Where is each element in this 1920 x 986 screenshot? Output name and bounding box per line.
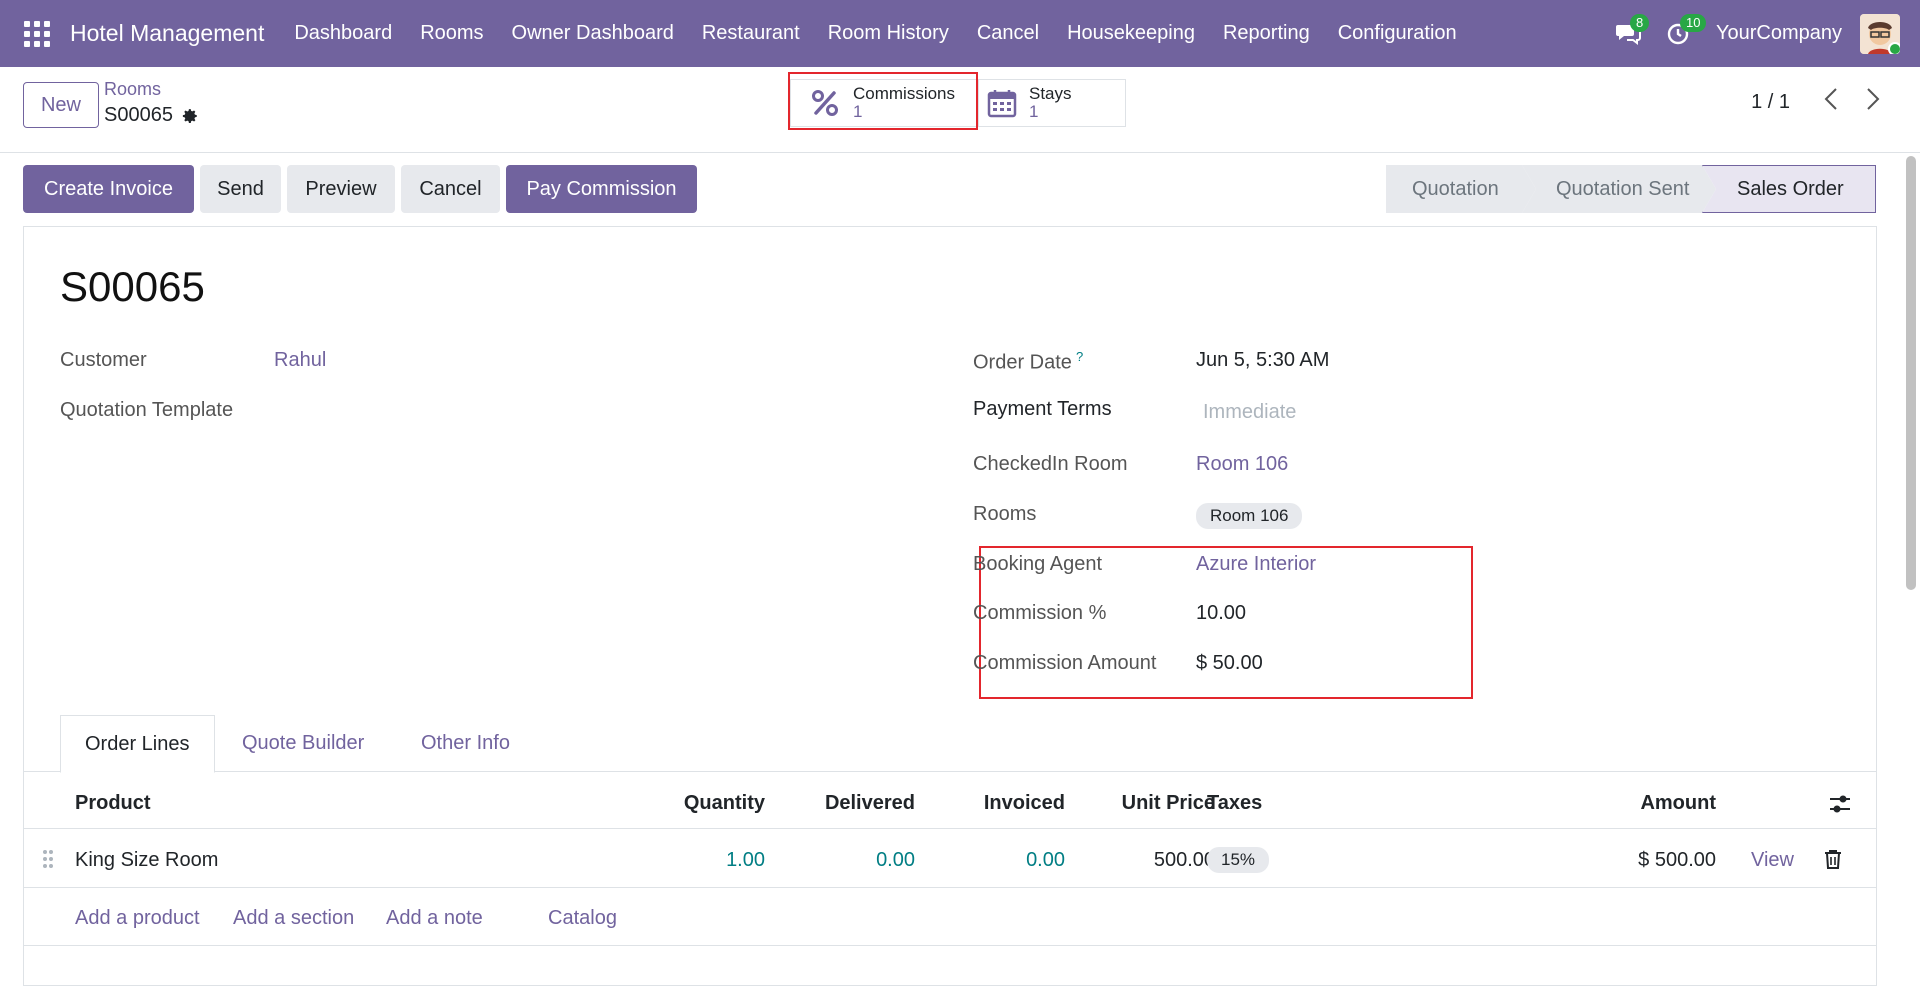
rooms-label: Rooms [973,503,1037,525]
room-tag[interactable]: Room 106 [1196,503,1303,529]
trash-icon[interactable] [1824,849,1842,869]
order-date-help-icon[interactable]: ? [1076,349,1083,364]
gear-icon[interactable] [181,107,199,125]
app-title[interactable]: Hotel Management [70,20,264,47]
order-title: S00065 [60,263,205,310]
tab-quote-builder[interactable]: Quote Builder [218,715,388,772]
payment-terms-label: Payment Terms [973,398,1112,420]
pager-value[interactable]: 1 / 1 [1751,91,1790,114]
stays-smart-button[interactable]: Stays 1 [978,79,1126,127]
menu-item-cancel[interactable]: Cancel [963,22,1053,45]
user-avatar[interactable] [1860,13,1900,54]
cell-delivered[interactable]: 0.00 [876,849,915,872]
stage-sales-order[interactable]: Sales Order [1702,165,1876,213]
chevron-left-icon[interactable] [1824,87,1838,111]
stays-count: 1 [1029,102,1039,121]
checkedin-room-label: CheckedIn Room [973,453,1128,475]
notebook-tabs: Order Lines Quote Builder Other Info [24,715,1876,773]
stage-quotation-sent[interactable]: Quotation Sent [1522,165,1716,213]
scrollbar[interactable] [1906,156,1916,590]
col-delivered[interactable]: Delivered [825,792,915,815]
add-product-link[interactable]: Add a product [75,907,200,930]
main-menu: Dashboard Rooms Owner Dashboard Restaura… [280,22,1470,45]
customer-field[interactable]: Rahul [274,349,326,372]
chevron-right-icon[interactable] [1866,87,1880,111]
cancel-button[interactable]: Cancel [401,165,500,213]
tab-order-lines[interactable]: Order Lines [60,715,215,773]
breadcrumb-rooms[interactable]: Rooms [104,79,161,100]
menu-item-restaurant[interactable]: Restaurant [688,22,814,45]
view-button[interactable]: View [1751,849,1794,872]
tab-other-info[interactable]: Other Info [397,715,534,772]
systray: 8 10 YourCompany [1608,0,1920,67]
menu-item-configuration[interactable]: Configuration [1324,22,1471,45]
form-sheet: S00065 Customer Rahul Quotation Template… [23,226,1877,986]
order-date-label: Order Date? [973,349,1083,375]
booking-agent-field[interactable]: Azure Interior [1196,553,1316,576]
col-taxes[interactable]: Taxes [1207,792,1262,815]
quotation-template-label: Quotation Template [60,399,234,421]
commission-amount-field: $ 50.00 [1196,652,1263,674]
row-divider [24,887,1876,888]
cell-quantity[interactable]: 1.00 [726,849,765,872]
catalog-link[interactable]: Catalog [548,907,617,930]
breadcrumb-current: S00065 [104,104,199,127]
app-menu-icon[interactable] [24,20,50,47]
commission-amount-label: Commission Amount [973,652,1157,674]
activities-badge: 10 [1679,13,1707,32]
drag-handle-icon[interactable] [42,849,54,869]
menu-item-reporting[interactable]: Reporting [1209,22,1324,45]
menu-item-room-history[interactable]: Room History [814,22,963,45]
control-panel: New Rooms S00065 Commissions 1 Stays 1 1… [0,67,1920,153]
header-divider [24,828,1876,829]
preview-button[interactable]: Preview [287,165,395,213]
menu-item-rooms[interactable]: Rooms [406,22,497,45]
commission-pct-label: Commission % [973,602,1107,624]
calendar-icon [987,90,1017,118]
booking-agent-label: Booking Agent [973,553,1102,575]
menu-item-owner-dashboard[interactable]: Owner Dashboard [498,22,688,45]
menu-item-housekeeping[interactable]: Housekeeping [1053,22,1209,45]
create-invoice-button[interactable]: Create Invoice [23,165,194,213]
col-product[interactable]: Product [75,792,151,815]
commission-pct-field[interactable]: 10.00 [1196,602,1246,625]
cell-product[interactable]: King Size Room [75,849,218,872]
cell-invoiced[interactable]: 0.00 [1026,849,1065,872]
company-switcher[interactable]: YourCompany [1716,22,1842,45]
commissions-highlight-box [788,72,978,130]
breadcrumb-current-label: S00065 [104,104,173,126]
new-button[interactable]: New [23,82,99,128]
col-unit-price[interactable]: Unit Price [1122,792,1215,815]
col-invoiced[interactable]: Invoiced [984,792,1065,815]
checkedin-room-field[interactable]: Room 106 [1196,453,1288,476]
customer-label: Customer [60,349,147,371]
activities-icon[interactable]: 10 [1658,13,1707,54]
order-date-field[interactable]: Jun 5, 5:30 AM [1196,349,1329,372]
stays-label: Stays [1029,84,1072,103]
messages-icon[interactable]: 8 [1608,13,1650,54]
send-button[interactable]: Send [200,165,281,213]
status-stages: Quotation Quotation Sent Sales Order [1386,165,1876,213]
col-amount[interactable]: Amount [1640,792,1716,815]
add-section-link[interactable]: Add a section [233,907,354,930]
cell-unit-price[interactable]: 500.00 [1154,849,1215,872]
pay-commission-button[interactable]: Pay Commission [506,165,697,213]
pager-nav [1824,87,1880,111]
add-note-link[interactable]: Add a note [386,907,483,930]
online-status-icon [1888,41,1900,54]
payment-terms-field[interactable]: Immediate [1203,401,1296,424]
order-date-label-text: Order Date [973,351,1072,374]
stage-quotation[interactable]: Quotation [1386,165,1536,213]
col-quantity[interactable]: Quantity [684,792,765,815]
tax-tag[interactable]: 15% [1207,847,1270,873]
menu-item-dashboard[interactable]: Dashboard [280,22,406,45]
optional-columns-icon[interactable] [1828,793,1852,815]
messages-badge: 8 [1629,13,1650,32]
cell-amount: $ 500.00 [1638,849,1716,871]
footer-divider [24,945,1876,946]
status-bar: Create Invoice Send Preview Cancel Pay C… [0,153,1920,221]
top-navbar: Hotel Management Dashboard Rooms Owner D… [0,0,1920,67]
